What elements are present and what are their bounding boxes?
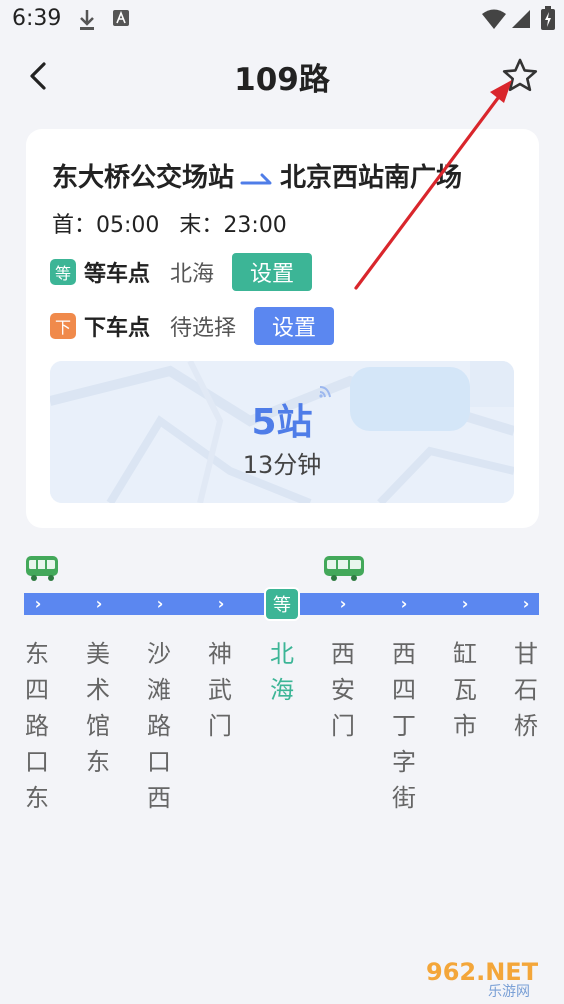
current-stop-badge: 等	[264, 587, 300, 621]
bus-icon	[324, 556, 364, 581]
direction-chevron-icon: ›	[339, 594, 347, 613]
station-name[interactable]: 西四丁字街	[389, 636, 419, 816]
station-name[interactable]: 甘石桥	[511, 636, 541, 744]
page-title: 109路	[234, 62, 330, 98]
boarding-stop-row: 等 等车点 北海 设置	[50, 253, 313, 291]
last-bus-time: 末：23:00	[179, 213, 287, 238]
direction-chevron-icon: ›	[34, 594, 42, 613]
boarding-tag: 等	[50, 259, 76, 285]
station-name[interactable]: 东四路口东	[22, 636, 52, 816]
watermark-sub: 乐游网	[488, 984, 530, 998]
direction-arrow-icon	[240, 173, 272, 184]
alighting-stop-row: 下 下车点 待选择 设置	[50, 307, 335, 345]
wifi-icon	[482, 9, 506, 29]
service-hours: 首：05:00 末：23:00	[52, 207, 287, 239]
direction-chevron-icon: ›	[522, 594, 530, 613]
boarding-label: 等车点	[84, 262, 151, 287]
trip-summary-map[interactable]: 5站 13分钟	[50, 361, 514, 503]
direction-chevron-icon: ›	[400, 594, 408, 613]
station-name-current[interactable]: 北海	[267, 636, 297, 708]
status-bar: 6:39	[0, 0, 564, 40]
signal-icon	[512, 10, 530, 28]
battery-icon	[541, 6, 555, 30]
first-bus-time: 首：05:00	[52, 213, 160, 238]
set-alighting-button[interactable]: 设置	[254, 307, 335, 345]
favorite-star-icon[interactable]	[500, 56, 540, 96]
route-card: 东大桥公交场站 北京西站南广场 首：05:00 末：23:00 等 等车点 北海 …	[26, 129, 539, 528]
station-name[interactable]: 神武门	[205, 636, 235, 744]
direction-chevron-icon: ›	[217, 594, 225, 613]
station-name[interactable]: 美术馆东	[83, 636, 113, 780]
status-time: 6:39	[12, 6, 62, 31]
watermark-logo: 962.NET 乐游网	[426, 958, 539, 998]
watermark-brand: 962.NET	[426, 958, 539, 986]
station-name[interactable]: 西安门	[328, 636, 358, 744]
direction-chevron-icon: ›	[95, 594, 103, 613]
bus-icon	[26, 556, 58, 581]
direction-chevron-icon: ›	[461, 594, 469, 613]
alighting-stop-name: 待选择	[170, 316, 237, 341]
alighting-label: 下车点	[84, 316, 151, 341]
download-icon	[80, 10, 94, 30]
boarding-stop-name: 北海	[170, 262, 215, 287]
route-destination: 北京西站南广场	[280, 163, 463, 193]
station-name[interactable]: 缸瓦市	[450, 636, 480, 744]
travel-time: 13分钟	[242, 451, 322, 479]
text-app-icon	[113, 10, 129, 26]
direction-chevron-icon: ›	[156, 594, 164, 613]
header: 109路	[0, 40, 564, 116]
route-origin: 东大桥公交场站	[52, 163, 235, 193]
stop-count: 5站	[251, 402, 313, 443]
route-direction: 东大桥公交场站 北京西站南广场	[52, 157, 462, 194]
alighting-tag: 下	[50, 313, 76, 339]
set-boarding-button[interactable]: 设置	[232, 253, 313, 291]
station-name[interactable]: 沙滩路口西	[144, 636, 174, 816]
